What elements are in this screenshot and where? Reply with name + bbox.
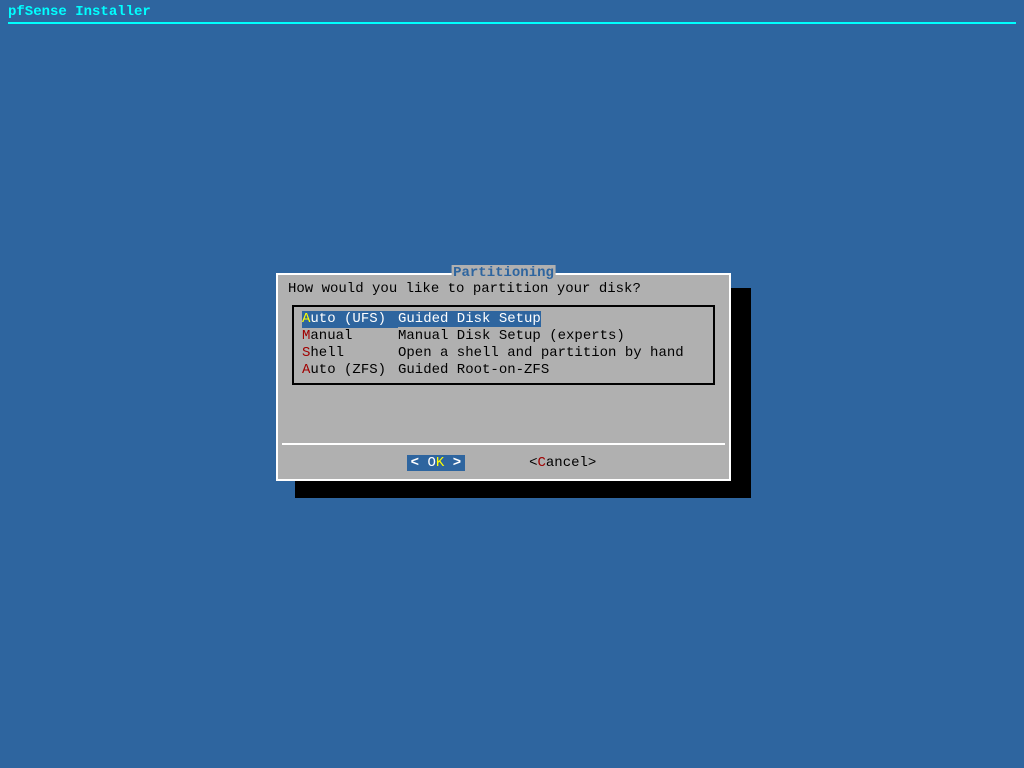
menu-item-desc: Guided Root-on-ZFS [398,362,549,379]
menu-item-manual[interactable]: Manual Manual Disk Setup (experts) [294,328,713,345]
menu-item-auto-zfs[interactable]: Auto (ZFS) Guided Root-on-ZFS [294,362,713,379]
dialog-buttons: < OK > <Cancel> [278,455,729,471]
ok-button[interactable]: < OK > [407,455,465,471]
partition-menu: Auto (UFS) Guided Disk Setup Manual Manu… [292,305,715,385]
menu-item-label: Shell [302,345,398,362]
menu-item-auto-ufs[interactable]: Auto (UFS) Guided Disk Setup [294,311,713,328]
menu-item-desc: Manual Disk Setup (experts) [398,328,625,345]
cancel-button[interactable]: <Cancel> [525,455,600,471]
dialog-title: Partitioning [451,265,556,281]
installer-title: pfSense Installer [0,0,1024,24]
menu-item-desc: Guided Disk Setup [398,311,541,328]
partitioning-dialog: Partitioning How would you like to parti… [276,273,731,481]
menu-item-shell[interactable]: Shell Open a shell and partition by hand [294,345,713,362]
menu-item-label: Auto (UFS) [302,311,398,328]
menu-item-label: Auto (ZFS) [302,362,398,379]
button-separator [282,443,725,445]
header-rule [8,22,1016,24]
menu-item-label: Manual [302,328,398,345]
menu-item-desc: Open a shell and partition by hand [398,345,684,362]
